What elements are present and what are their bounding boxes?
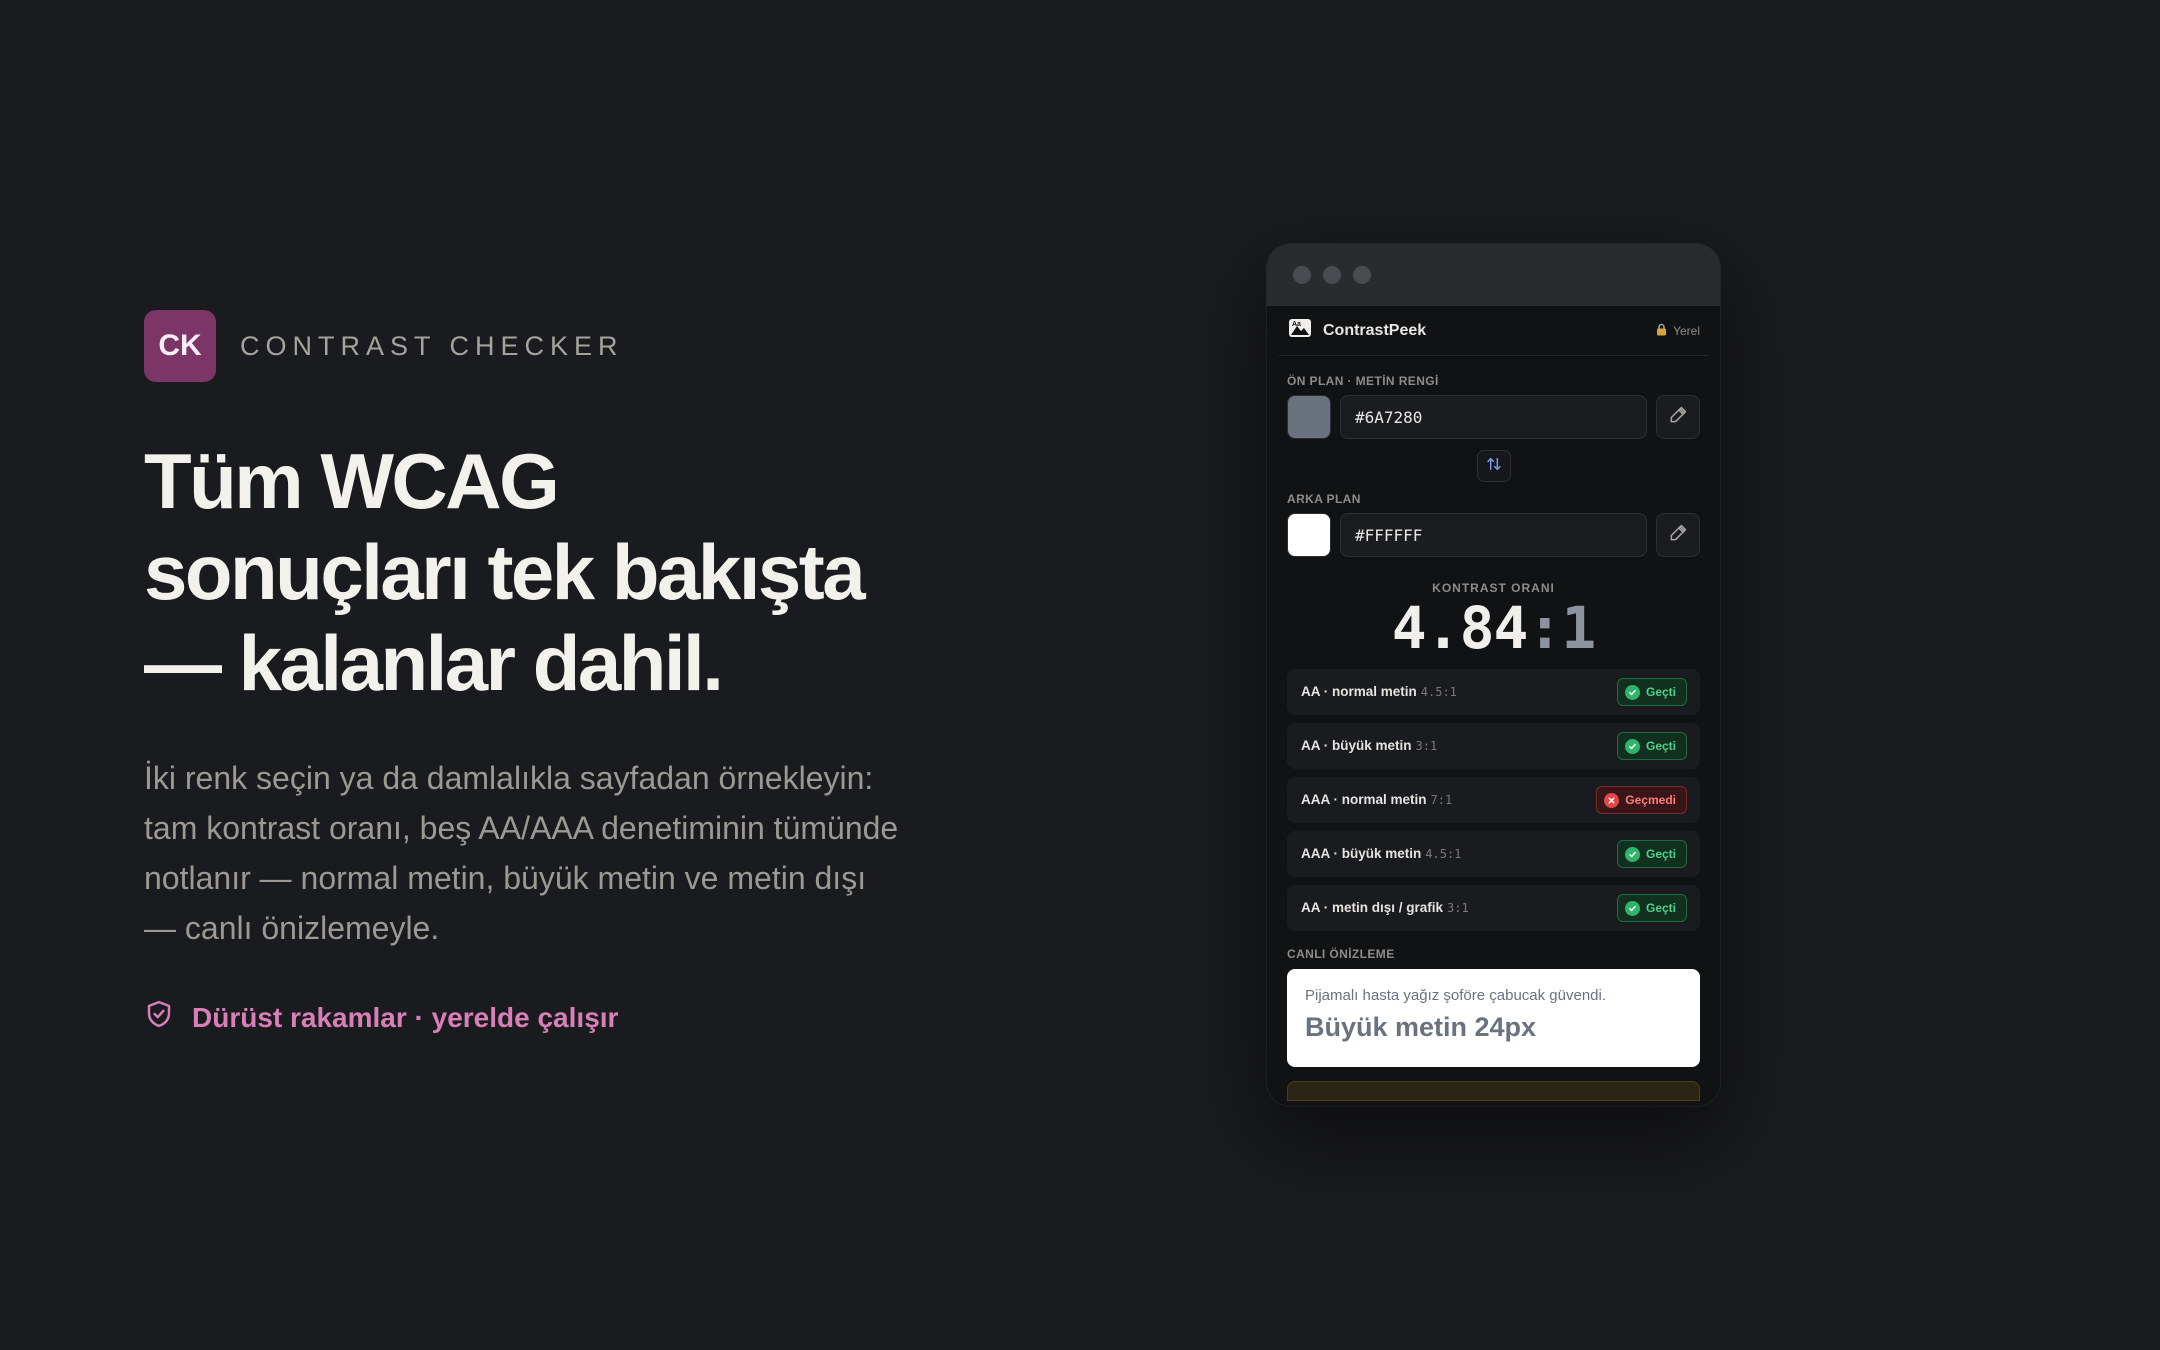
eyedropper-icon (1668, 405, 1688, 430)
check-name: AAA · büyük metin (1301, 846, 1422, 861)
window-close-button[interactable] (1293, 266, 1311, 284)
live-preview: Pijamalı hasta yağız şoföre çabucak güve… (1287, 969, 1700, 1067)
wcag-check-row: AA · metin dışı / grafik 3:1 Geçti (1287, 885, 1700, 931)
status-badge: Geçmedi (1596, 786, 1687, 814)
subtitle: İki renk seçin ya da damlalıkla sayfadan… (144, 760, 899, 946)
app-title-text: ContrastPeek (1323, 321, 1427, 339)
status-text: Geçti (1645, 901, 1676, 915)
headline-line: sonuçları tek bakışta (144, 528, 866, 616)
check-name: AA · metin dışı / grafik (1301, 900, 1444, 915)
eyedropper-icon (1668, 523, 1688, 548)
check-requirement: 3:1 (1415, 739, 1438, 753)
window-minimize-button[interactable] (1323, 266, 1341, 284)
preview-small-text: Pijamalı hasta yağız şoföre çabucak güve… (1305, 987, 1607, 1004)
contrast-ratio: KONTRAST ORANI 4.84:1 (1287, 581, 1700, 661)
local-indicator: Yerel (1656, 323, 1700, 339)
headline: Tüm WCAG sonuçları tek bakışta — kalanla… (144, 436, 964, 709)
app-window: Aa ContrastPeek Yerel ÖN PLAN · METİN RE… (1267, 244, 1720, 1106)
partial-panel (1287, 1081, 1700, 1101)
status-badge: Geçti (1616, 678, 1687, 706)
wcag-check-row: AAA · normal metin 7:1 Geçmedi (1287, 777, 1700, 823)
foreground-hex-input[interactable]: #6A7280 (1340, 395, 1647, 439)
check-requirement: 3:1 (1447, 901, 1469, 915)
check-requirement: 4.5:1 (1425, 847, 1462, 861)
check-circle-icon (1624, 900, 1640, 916)
tagline-text: Dürüst rakamlar · yerelde çalışır (192, 1001, 619, 1033)
status-badge: Geçti (1616, 732, 1687, 760)
background-eyedropper-button[interactable] (1656, 513, 1700, 557)
wcag-checks-list: AA · normal metin 4.5:1 Geçti AA · büyük me… (1287, 669, 1700, 931)
app-title: Aa ContrastPeek (1287, 315, 1426, 346)
foreground-label: ÖN PLAN · METİN RENGİ (1287, 374, 1439, 388)
check-circle-icon (1624, 684, 1640, 700)
status-text: Geçti (1645, 739, 1676, 753)
check-label: AAA · büyük metin 4.5:1 (1301, 845, 1461, 863)
status-badge: Geçti (1616, 840, 1687, 868)
foreground-eyedropper-button[interactable] (1656, 395, 1700, 439)
live-preview-label: CANLI ÖNİZLEME (1287, 947, 1395, 961)
ratio-suffix: :1 (1527, 594, 1596, 662)
check-label: AA · metin dışı / grafik 3:1 (1301, 899, 1469, 917)
window-titlebar (1267, 244, 1720, 306)
lock-icon (1656, 323, 1667, 339)
local-label: Yerel (1673, 323, 1700, 338)
check-label: AA · normal metin 4.5:1 (1301, 683, 1457, 701)
status-text: Geçti (1645, 847, 1676, 861)
brand-badge: CK (144, 310, 216, 382)
background-swatch[interactable] (1287, 513, 1331, 557)
brand: CK CONTRAST CHECKER (144, 310, 964, 382)
status-text: Geçti (1645, 685, 1676, 699)
background-hex-input[interactable]: #FFFFFF (1340, 513, 1647, 557)
swap-wrap (1287, 450, 1700, 482)
app-logo-icon: Aa (1287, 315, 1313, 346)
swap-colors-button[interactable] (1476, 450, 1511, 482)
hero: CK CONTRAST CHECKER Tüm WCAG sonuçları t… (144, 310, 964, 1036)
app-header: Aa ContrastPeek Yerel (1279, 306, 1708, 356)
check-requirement: 7:1 (1430, 793, 1453, 807)
check-label: AAA · normal metin 7:1 (1301, 791, 1452, 809)
check-label: AA · büyük metin 3:1 (1301, 737, 1437, 755)
svg-text:Aa: Aa (1292, 321, 1301, 328)
window-maximize-button[interactable] (1353, 266, 1371, 284)
background-label: ARKA PLAN (1287, 492, 1361, 506)
check-circle-icon (1624, 846, 1640, 862)
contrast-ratio-value: 4.84:1 (1287, 595, 1700, 661)
check-circle-icon (1624, 738, 1640, 754)
swap-arrows-icon (1486, 456, 1502, 477)
foreground-swatch[interactable] (1287, 395, 1331, 439)
x-circle-icon (1604, 792, 1620, 808)
foreground-row: #6A7280 (1287, 395, 1700, 439)
wcag-check-row: AA · normal metin 4.5:1 Geçti (1287, 669, 1700, 715)
status-text: Geçmedi (1625, 793, 1676, 807)
wcag-check-row: AA · büyük metin 3:1 Geçti (1287, 723, 1700, 769)
background-row: #FFFFFF (1287, 513, 1700, 557)
tagline: Dürüst rakamlar · yerelde çalışır (144, 999, 964, 1036)
brand-name: CONTRAST CHECKER (240, 330, 624, 361)
status-badge: Geçti (1616, 894, 1687, 922)
headline-line: Tüm WCAG (144, 437, 560, 525)
preview-large-text: Büyük metin 24px (1305, 1012, 1537, 1042)
check-name: AA · normal metin (1301, 684, 1417, 699)
check-name: AAA · normal metin (1301, 792, 1427, 807)
wcag-check-row: AAA · büyük metin 4.5:1 Geçti (1287, 831, 1700, 877)
ratio-number: 4.84 (1391, 594, 1529, 662)
headline-line: — kalanlar dahil. (144, 619, 724, 707)
check-requirement: 4.5:1 (1420, 685, 1457, 699)
shield-check-icon (144, 999, 174, 1036)
check-name: AA · büyük metin (1301, 738, 1412, 753)
app-content: Aa ContrastPeek Yerel ÖN PLAN · METİN RE… (1267, 306, 1720, 1101)
contrast-ratio-label: KONTRAST ORANI (1432, 581, 1555, 595)
